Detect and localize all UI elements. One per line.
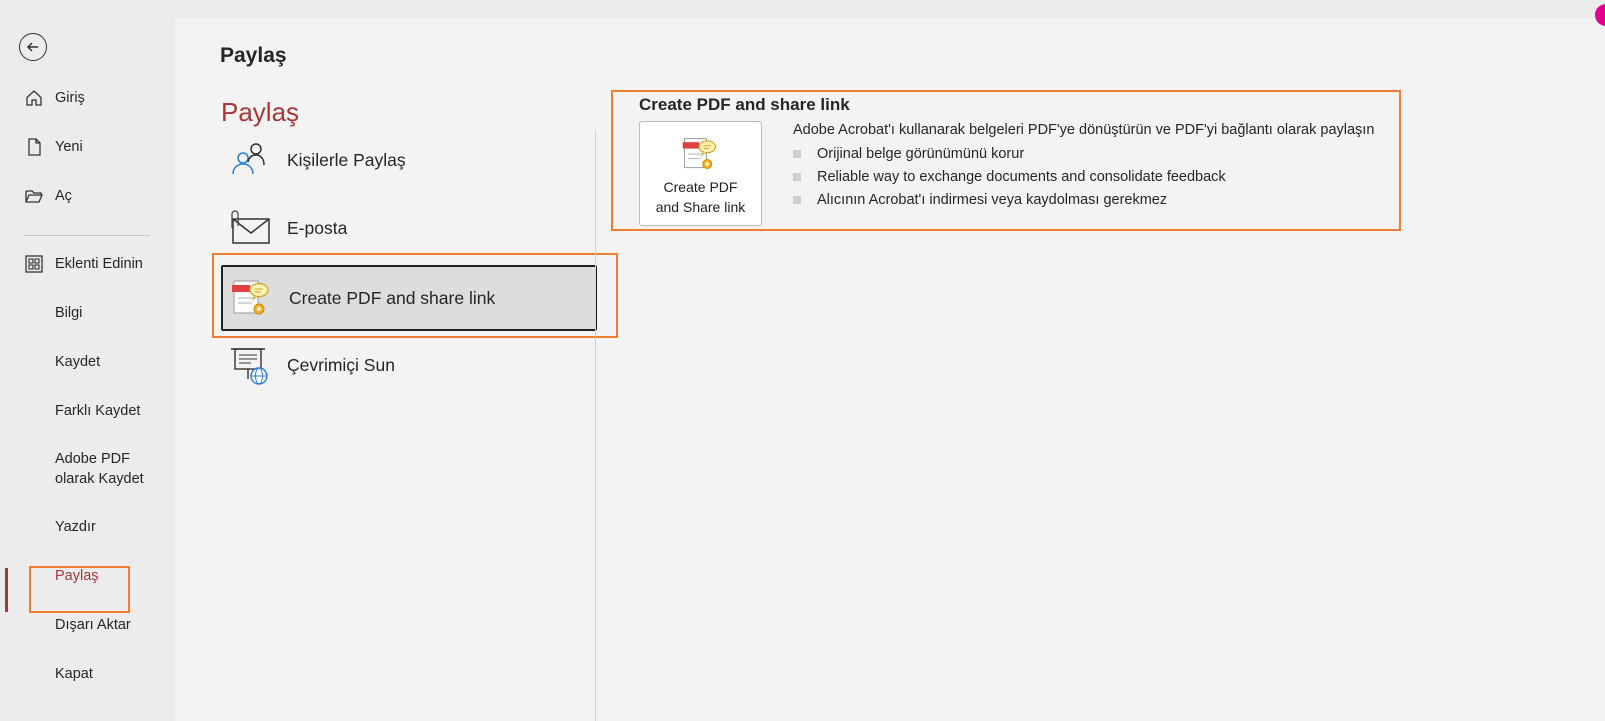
nav-item-save[interactable]: Kaydet xyxy=(0,343,175,381)
email-attachment-icon xyxy=(227,206,271,250)
option-share-with-people[interactable]: Kişilerle Paylaş xyxy=(221,127,597,193)
option-label: E-posta xyxy=(287,217,348,238)
back-arrow-icon xyxy=(26,42,38,52)
nav-item-home[interactable]: Giriş xyxy=(0,79,175,117)
nav-item-label: Yeni xyxy=(55,139,83,155)
nav-divider xyxy=(24,235,150,236)
new-document-icon xyxy=(24,137,44,157)
option-present-online[interactable]: Çevrimiçi Sun xyxy=(221,332,597,398)
nav-item-label: Adobe PDF olarak Kaydet xyxy=(55,451,144,487)
backstage-nav: Giriş Yeni Aç Eklenti Edinin Bilgi Kayde… xyxy=(0,0,175,721)
highlight-box-option xyxy=(212,253,618,338)
create-pdf-share-link-button[interactable]: Create PDF and Share link xyxy=(639,121,762,226)
nav-item-label: Bilgi xyxy=(55,305,83,321)
nav-item-add-ins[interactable]: Eklenti Edinin xyxy=(0,245,175,283)
nav-item-open[interactable]: Aç xyxy=(0,177,175,215)
open-folder-icon xyxy=(24,186,44,206)
share-people-icon xyxy=(227,138,271,182)
nav-item-label: Dışarı Aktar xyxy=(55,617,131,633)
create-pdf-button-label: Create PDF and Share link xyxy=(655,179,746,215)
option-email[interactable]: E-posta xyxy=(221,195,597,261)
pdf-share-icon xyxy=(682,138,716,169)
present-online-icon xyxy=(227,343,271,387)
option-label: Çevrimiçi Sun xyxy=(287,354,395,375)
bullet-square-icon xyxy=(793,196,801,204)
bullet-square-icon xyxy=(793,173,801,181)
nav-item-info[interactable]: Bilgi xyxy=(0,294,175,332)
page-title: Paylaş xyxy=(220,44,287,67)
nav-item-label: Aç xyxy=(55,188,72,204)
section-title: Paylaş xyxy=(221,97,300,127)
panel-divider xyxy=(595,130,596,721)
nav-item-label: Giriş xyxy=(55,90,85,106)
nav-item-save-as-adobe-pdf[interactable]: Adobe PDF olarak Kaydet xyxy=(0,445,175,493)
home-icon xyxy=(24,88,44,108)
nav-item-label: Kaydet xyxy=(55,354,101,370)
nav-item-label: Farklı Kaydet xyxy=(55,403,141,419)
nav-item-close[interactable]: Kapat xyxy=(0,655,175,693)
nav-item-label: Eklenti Edinin xyxy=(55,256,143,272)
back-button[interactable] xyxy=(19,33,47,61)
option-label: Kişilerle Paylaş xyxy=(287,149,406,170)
nav-item-new[interactable]: Yeni xyxy=(0,128,175,166)
nav-item-print[interactable]: Yazdır xyxy=(0,508,175,546)
add-ins-icon xyxy=(24,254,44,274)
nav-item-save-as[interactable]: Farklı Kaydet xyxy=(0,392,175,430)
nav-item-label: Kapat xyxy=(55,666,93,682)
bullet-square-icon xyxy=(793,150,801,158)
nav-item-label: Yazdır xyxy=(55,519,96,535)
account-badge xyxy=(1595,4,1605,26)
main-panel: Paylaş Paylaş Kişilerle Paylaş E-posta C… xyxy=(175,4,1605,721)
detail-title: Create PDF and share link xyxy=(639,95,850,114)
nav-item-export[interactable]: Dışarı Aktar xyxy=(0,606,175,644)
detail-description: Adobe Acrobat'ı kullanarak belgeleri PDF… xyxy=(793,122,1375,138)
